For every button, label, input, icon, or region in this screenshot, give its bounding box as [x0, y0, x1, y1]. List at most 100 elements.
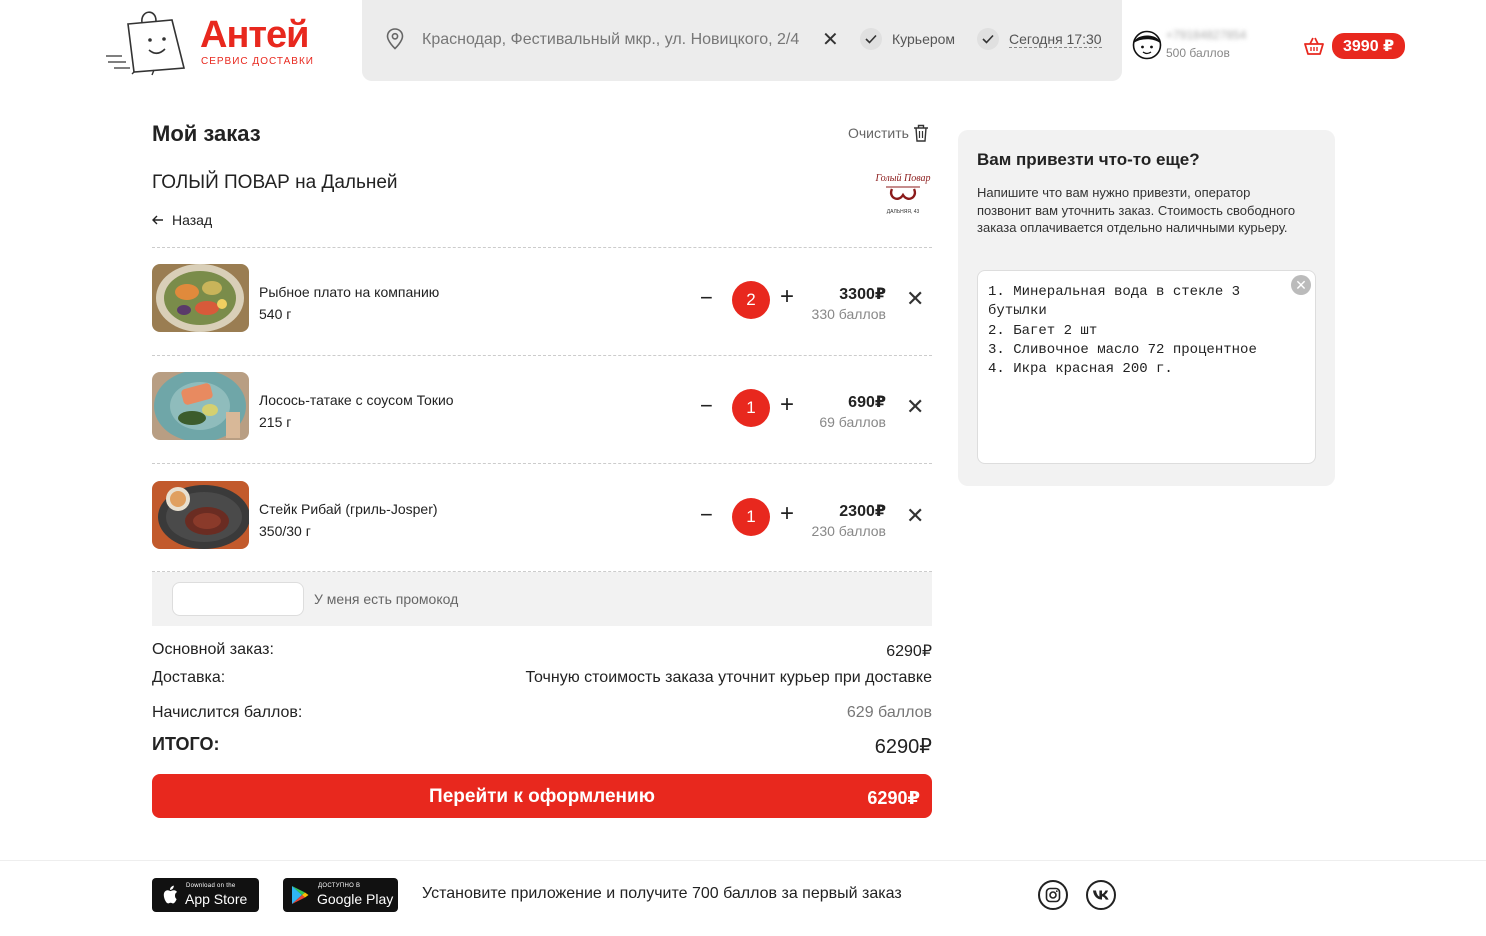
- basket-icon: [1304, 37, 1324, 55]
- app-store-badge[interactable]: Download on the App Store: [152, 878, 259, 912]
- decrease-qty-button[interactable]: −: [700, 284, 713, 312]
- arrow-left-icon: [152, 215, 163, 225]
- delivery-time-option[interactable]: Сегодня 17:30: [977, 28, 1102, 50]
- summary-delivery-value: Точную стоимость заказа уточнит курьер п…: [525, 669, 932, 686]
- restaurant-logo: Голый Повар ДАЛЬНЯЯ, 43: [874, 173, 930, 215]
- google-play-caption: ДОСТУПНО В: [318, 883, 361, 889]
- cart-total-badge: 3990 ₽: [1332, 33, 1406, 59]
- restaurant-name: ГОЛЫЙ ПОВАР на Дальней: [152, 172, 398, 193]
- summary-total-value: 6290₽: [874, 736, 932, 758]
- cart-item: Рыбное плато на компанию 540 г − 2 + 330…: [152, 264, 932, 334]
- item-points: 330 баллов: [811, 306, 886, 322]
- clear-order-label: Очистить: [848, 125, 909, 141]
- dish-photo-salmon-tataki: [152, 372, 249, 440]
- trash-icon: [913, 124, 928, 142]
- promo-code-input[interactable]: [172, 582, 304, 616]
- page-title: Мой заказ: [152, 121, 261, 146]
- remove-item-icon[interactable]: ✕: [906, 286, 924, 312]
- checkout-button[interactable]: Перейти к оформлению 6290₽: [152, 774, 932, 818]
- cart-item: Стейк Рибай (гриль-Josper) 350/30 г − 1 …: [152, 481, 932, 551]
- item-name: Стейк Рибай (гриль-Josper): [259, 501, 438, 517]
- summary-points-value: 629 баллов: [846, 704, 932, 721]
- item-weight: 215 г: [259, 414, 292, 430]
- user-points: 500 баллов: [1166, 46, 1230, 60]
- delivery-method-option[interactable]: Курьером: [860, 28, 955, 50]
- google-play-badge[interactable]: ДОСТУПНО В Google Play: [283, 878, 398, 912]
- brand-subtitle: СЕРВИС ДОСТАВКИ: [201, 56, 314, 67]
- remove-item-icon[interactable]: ✕: [906, 394, 924, 420]
- divider: [152, 463, 932, 464]
- delivery-time-label: Сегодня 17:30: [1009, 30, 1102, 48]
- extra-request-description: Напишите что вам нужно привезти, операто…: [977, 185, 1296, 235]
- brand-name: Антей: [200, 14, 309, 56]
- item-name: Лосось-татаке с соусом Токио: [259, 392, 454, 408]
- avatar-icon: [1132, 30, 1162, 60]
- user-phone: +79184827854: [1166, 28, 1247, 42]
- address-field[interactable]: Краснодар, Фестивальный мкр., ул. Новицк…: [422, 31, 799, 49]
- extra-request-title: Вам привезти что-то еще?: [977, 150, 1200, 169]
- back-link[interactable]: Назад: [152, 212, 212, 228]
- clear-address-icon[interactable]: ✕: [822, 27, 839, 52]
- remove-item-icon[interactable]: ✕: [906, 503, 924, 529]
- instagram-icon[interactable]: [1038, 880, 1068, 910]
- summary-main-label: Основной заказ:: [152, 641, 274, 658]
- app-promo-text: Установите приложение и получите 700 бал…: [422, 885, 902, 902]
- promo-section: У меня есть промокод: [152, 572, 932, 626]
- back-label: Назад: [172, 212, 213, 228]
- divider: [152, 355, 932, 356]
- item-weight: 540 г: [259, 306, 292, 322]
- shopping-bag-mascot-icon: [106, 11, 186, 76]
- summary-main-value: 6290₽: [886, 643, 932, 660]
- item-points: 230 баллов: [811, 523, 886, 539]
- brand-logo[interactable]: Антей СЕРВИС ДОСТАВКИ: [104, 6, 314, 76]
- dish-photo-ribeye-steak: [152, 481, 249, 549]
- footer-divider: [0, 860, 1486, 861]
- item-name: Рыбное плато на компанию: [259, 284, 440, 300]
- delivery-method-label: Курьером: [892, 31, 956, 47]
- location-pin-icon: [386, 28, 404, 50]
- item-quantity: 2: [732, 281, 770, 319]
- item-points: 69 баллов: [819, 414, 886, 430]
- summary-delivery-row: Доставка: Точную стоимость заказа уточни…: [152, 669, 932, 687]
- clear-text-icon[interactable]: ✕: [1291, 275, 1311, 295]
- checkout-label: Перейти к оформлению: [429, 786, 655, 807]
- header: Антей СЕРВИС ДОСТАВКИ Краснодар, Фестива…: [0, 0, 1486, 82]
- summary-points-row: Начислится баллов: 629 баллов: [152, 704, 932, 722]
- item-quantity: 1: [732, 498, 770, 536]
- item-price: 2300₽: [839, 503, 886, 520]
- restaurant-logo-sub: ДАЛЬНЯЯ, 43: [887, 209, 920, 215]
- decrease-qty-button[interactable]: −: [700, 392, 713, 420]
- item-price: 690₽: [848, 394, 886, 411]
- divider: [152, 247, 932, 248]
- item-price: 3300₽: [839, 286, 886, 303]
- summary-main-row: Основной заказ: 6290₽: [152, 641, 932, 661]
- summary-delivery-label: Доставка:: [152, 669, 226, 686]
- checkmark-icon: [860, 28, 882, 50]
- checkmark-icon: [977, 28, 999, 50]
- item-weight: 350/30 г: [259, 523, 311, 539]
- google-play-icon: [292, 886, 309, 904]
- dish-photo-fish-platter: [152, 264, 249, 332]
- extra-request-panel: Вам привезти что-то еще? Напишите что ва…: [958, 130, 1335, 486]
- summary-points-label: Начислится баллов:: [152, 704, 303, 721]
- cart-item: Лосось-татаке с соусом Токио 215 г − 1 +…: [152, 372, 932, 442]
- decrease-qty-button[interactable]: −: [700, 501, 713, 529]
- extra-request-textarea[interactable]: 1. Минеральная вода в стекле 3 бутылки 2…: [977, 270, 1316, 464]
- google-play-label: Google Play: [317, 891, 394, 907]
- restaurant-logo-text: Голый Повар: [874, 173, 930, 184]
- cart-button[interactable]: 3990 ₽: [1304, 33, 1406, 59]
- vk-icon[interactable]: [1086, 880, 1116, 910]
- promo-code-label: У меня есть промокод: [314, 591, 459, 607]
- summary-total-row: ИТОГО: 6290₽: [152, 734, 932, 759]
- clear-order-button[interactable]: Очистить: [848, 124, 929, 142]
- summary-total-label: ИТОГО:: [152, 734, 220, 754]
- increase-qty-button[interactable]: +: [780, 283, 794, 311]
- increase-qty-button[interactable]: +: [780, 391, 794, 419]
- app-store-label: App Store: [185, 891, 248, 907]
- increase-qty-button[interactable]: +: [780, 500, 794, 528]
- delivery-bar: Краснодар, Фестивальный мкр., ул. Новицк…: [362, 0, 1122, 81]
- apple-icon: [163, 885, 177, 904]
- app-store-caption: Download on the: [186, 883, 236, 889]
- item-quantity: 1: [732, 389, 770, 427]
- checkout-amount: 6290₽: [867, 788, 920, 808]
